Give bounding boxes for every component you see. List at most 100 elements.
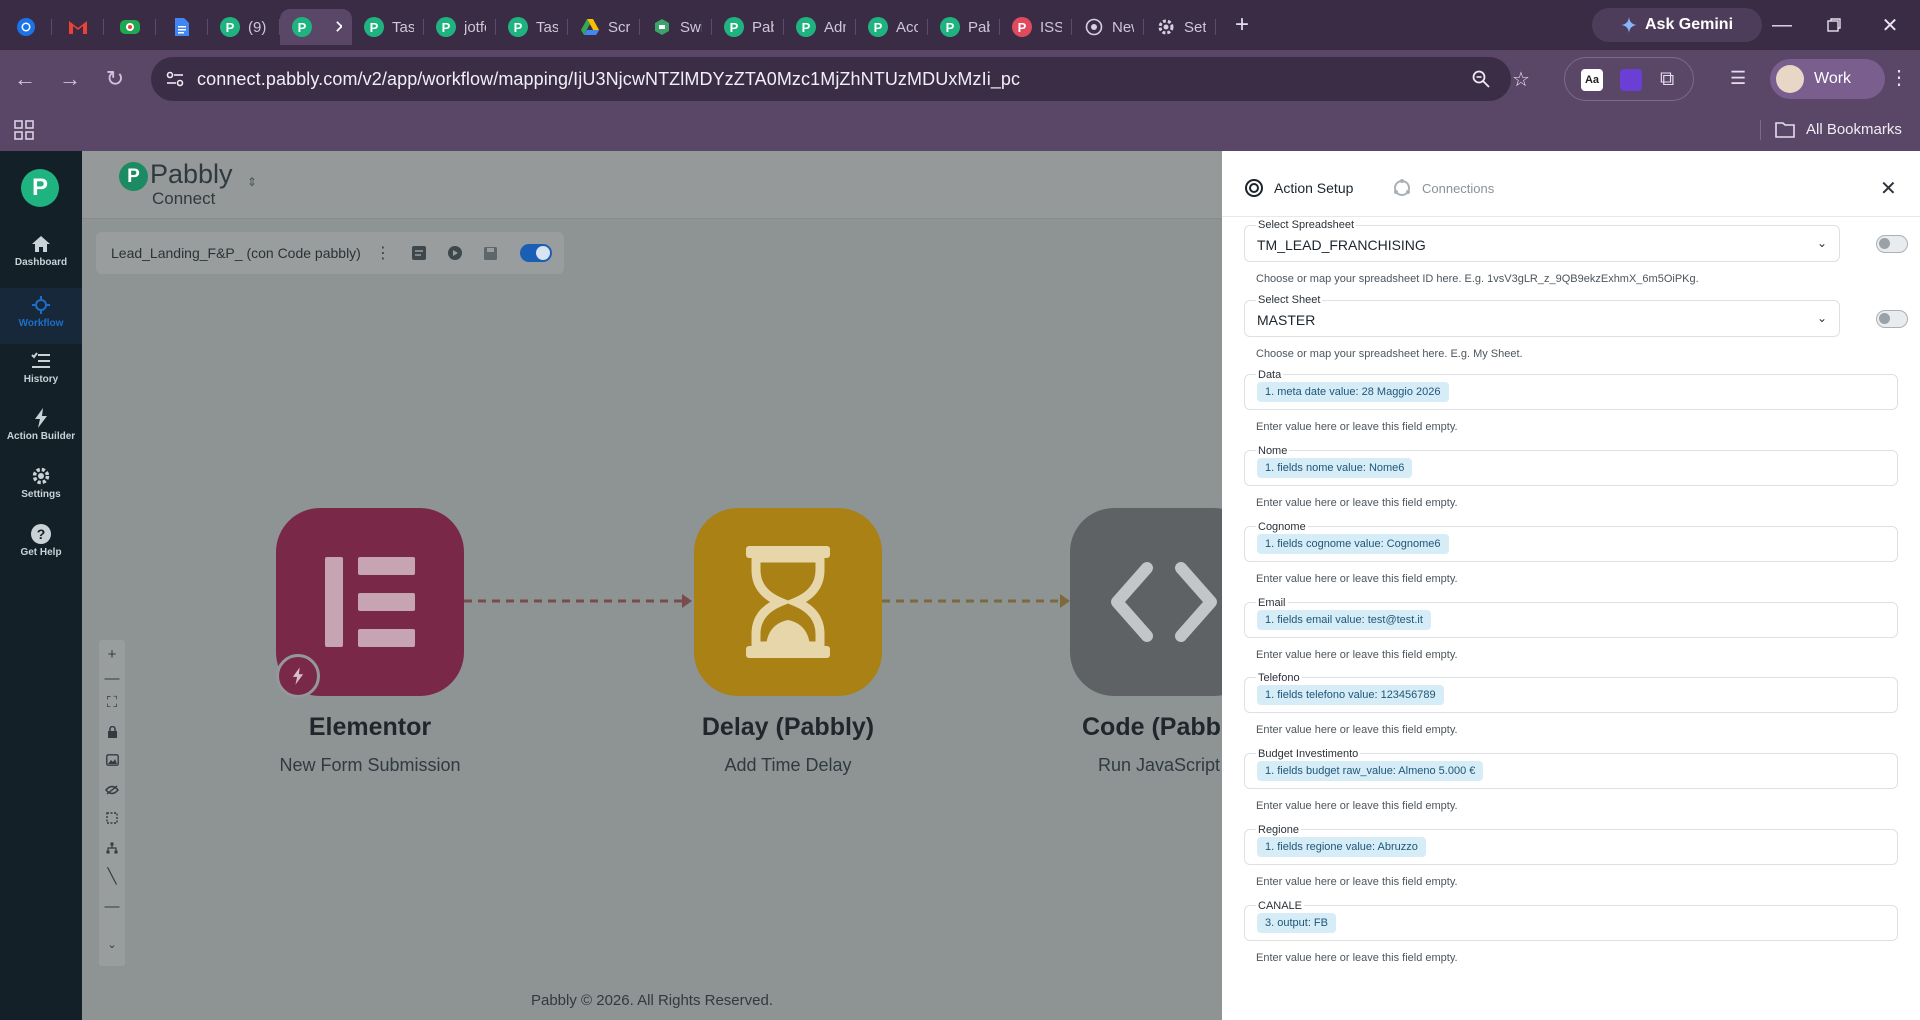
node-subtitle: Run JavaScript (1098, 755, 1221, 775)
mapped-chip[interactable]: 1. fields cognome value: Cognome6 (1257, 534, 1449, 554)
tree-layout-icon[interactable] (99, 836, 125, 860)
tab-pabbly-1[interactable]: P (9) C (208, 9, 280, 45)
tab-pabbly-3[interactable]: P Pabl (928, 9, 1000, 45)
close-tab-icon[interactable]: ✕ (334, 17, 342, 38)
tab-pabbly-2[interactable]: P Pabl (712, 9, 784, 45)
sidebar-item-action-builder[interactable]: Action Builder (0, 405, 82, 457)
zoom-out-icon[interactable]: — (99, 666, 125, 690)
chevron-down-icon[interactable]: ⌄ (99, 932, 125, 956)
tab-jotform[interactable]: Pjotfo (424, 9, 496, 45)
site-info-icon[interactable] (165, 69, 185, 89)
bookmarks-divider (1760, 120, 1761, 140)
sidebar-item-history[interactable]: History (0, 348, 82, 400)
dictionary-extension-icon[interactable]: Aa (1581, 69, 1603, 91)
sheet-select[interactable]: MASTER ⌄ (1244, 300, 1840, 337)
apps-grid-icon[interactable] (14, 120, 34, 140)
sidebar-item-get-help[interactable]: ? Get Help (0, 521, 82, 573)
tab-admin[interactable]: P Adm (784, 9, 856, 45)
mapped-chip[interactable]: 1. fields budget raw_value: Almeno 5.000… (1257, 761, 1484, 781)
workflow-icon (31, 292, 51, 318)
tab-search-icon[interactable]: ☰ (1730, 68, 1746, 89)
hide-icon[interactable] (99, 778, 125, 802)
mapped-chip[interactable]: 1. fields email value: test@test.it (1257, 610, 1431, 630)
tab-task-1[interactable]: P Task (352, 9, 424, 45)
whatsapp-icon (119, 17, 141, 37)
tab-pabbly-active[interactable]: P ✕ (280, 9, 352, 45)
nome-input[interactable]: 1. fields nome value: Nome6 (1244, 450, 1898, 486)
tab-action-setup[interactable]: Action Setup (1244, 178, 1353, 198)
zoom-in-icon[interactable]: + (99, 642, 125, 666)
mapped-chip[interactable]: 1. fields regione value: Abruzzo (1257, 837, 1426, 857)
sidebar-item-workflow[interactable]: Workflow (0, 288, 82, 344)
footer-text: Pabbly © 2026. All Rights Reserved. (530, 992, 773, 1009)
field-label: Data (1256, 369, 1284, 381)
pabbly-icon: P (940, 17, 960, 37)
restore-button[interactable] (1814, 10, 1854, 40)
tab-label: Connections (1422, 180, 1495, 196)
canale-input[interactable]: 3. output: FB (1244, 905, 1898, 941)
tab-drive[interactable]: Scree (568, 9, 640, 45)
video-extension-icon[interactable] (1620, 69, 1642, 91)
new-tab-button[interactable]: + (1224, 7, 1260, 43)
mapped-chip[interactable]: 1. meta date value: 28 Maggio 2026 (1257, 382, 1449, 402)
reload-button[interactable]: ↻ (95, 59, 135, 99)
all-bookmarks-link[interactable]: All Bookmarks (1806, 121, 1902, 138)
tab-chrome[interactable] (0, 9, 52, 45)
forward-button[interactable]: → (50, 59, 90, 99)
avatar (1776, 65, 1804, 93)
back-button[interactable]: ← (5, 59, 45, 99)
tab-settings[interactable]: Setti (1144, 9, 1216, 45)
sheet-map-toggle[interactable] (1876, 310, 1908, 328)
tab-account[interactable]: P Acco (856, 9, 928, 45)
lock-icon[interactable] (99, 720, 125, 744)
email-input[interactable]: 1. fields email value: test@test.it (1244, 602, 1898, 638)
bookmarks-bar: All Bookmarks (0, 108, 1920, 151)
field-hint: Choose or map your spreadsheet ID here. … (1256, 273, 1699, 285)
tab-connections[interactable]: Connections (1392, 178, 1494, 198)
field-label: Select Spreadsheet (1256, 219, 1357, 231)
history-icon (31, 348, 51, 374)
puzzle-extensions-icon[interactable]: ⧉ (1660, 68, 1674, 91)
spreadsheet-map-toggle[interactable] (1876, 235, 1908, 253)
mapped-chip[interactable]: 1. fields nome value: Nome6 (1257, 458, 1413, 478)
image-export-icon[interactable] (99, 748, 125, 772)
mapped-chip[interactable]: 3. output: FB (1257, 913, 1336, 933)
tab-title: Scree (608, 18, 630, 36)
cognome-input[interactable]: 1. fields cognome value: Cognome6 (1244, 526, 1898, 562)
tab-new[interactable]: New (1072, 9, 1144, 45)
elementor-icon (320, 552, 420, 652)
tab-task-2[interactable]: P Task (496, 9, 568, 45)
fit-view-icon[interactable]: ⛶ (99, 690, 125, 714)
profile-button[interactable]: Work (1770, 59, 1885, 99)
node-delay[interactable] (694, 508, 882, 696)
sidebar-item-dashboard[interactable]: Dashboard (0, 231, 82, 283)
sidebar-item-label: Workflow (18, 318, 64, 329)
select-value: MASTER (1257, 311, 1316, 328)
tab-iss[interactable]: P ISS- (1000, 9, 1072, 45)
line-straight-icon[interactable]: — (99, 894, 125, 918)
field-hint: Enter value here or leave this field emp… (1256, 649, 1458, 661)
ask-gemini-button[interactable]: Ask Gemini (1592, 8, 1762, 42)
select-area-icon[interactable] (99, 806, 125, 830)
tab-whatsapp[interactable] (104, 9, 156, 45)
telefono-input[interactable]: 1. fields telefono value: 123456789 (1244, 677, 1898, 713)
browser-menu-icon[interactable]: ⋮ (1889, 65, 1909, 90)
regione-input[interactable]: 1. fields regione value: Abruzzo (1244, 829, 1898, 865)
zoom-icon[interactable] (1471, 69, 1491, 89)
close-panel-icon[interactable]: ✕ (1880, 176, 1897, 201)
trigger-bolt-icon (276, 654, 320, 698)
tab-docs[interactable] (156, 9, 208, 45)
close-window-button[interactable]: ✕ (1870, 10, 1910, 40)
address-bar[interactable]: connect.pabbly.com/v2/app/workflow/mappi… (151, 57, 1530, 101)
tab-gmail[interactable] (52, 9, 104, 45)
tab-swiss[interactable]: Swis (640, 9, 712, 45)
node-elementor[interactable] (276, 508, 464, 698)
pabbly-logo-icon[interactable]: P (21, 169, 59, 207)
extensions-group: Aa ⧉ (1564, 57, 1694, 101)
sidebar-item-settings[interactable]: Settings (0, 463, 82, 515)
mapped-chip[interactable]: 1. fields telefono value: 123456789 (1257, 685, 1444, 705)
bookmark-star-icon[interactable]: ☆ (1511, 69, 1531, 91)
line-diagonal-icon[interactable]: ╲ (99, 864, 125, 888)
data-input[interactable]: 1. meta date value: 28 Maggio 2026 (1244, 374, 1898, 410)
minimize-button[interactable]: — (1762, 10, 1802, 40)
